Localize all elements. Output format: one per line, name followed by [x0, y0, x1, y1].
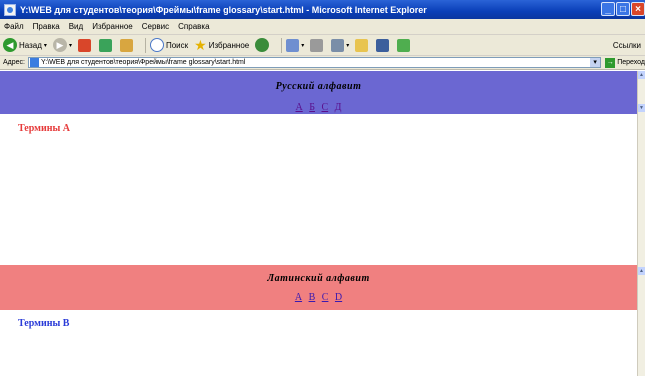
maximize-button[interactable]: □: [616, 2, 630, 16]
history-button[interactable]: [255, 38, 271, 52]
minimize-button[interactable]: _: [601, 2, 615, 16]
history-icon: [255, 38, 270, 52]
folder-button[interactable]: [355, 38, 370, 52]
latin-alphabet-title: Латинский алфавит: [267, 273, 370, 284]
menu-help[interactable]: Справка: [178, 22, 209, 31]
chevron-down-icon: ▾: [346, 42, 350, 49]
refresh-button[interactable]: [98, 38, 114, 52]
scroll-up-icon[interactable]: ▲: [638, 71, 645, 79]
title-bar: Y:\WEB для студентов\теория\Фреймы\frame…: [0, 0, 645, 19]
messenger-icon: [397, 38, 411, 52]
menu-view[interactable]: Вид: [69, 22, 83, 31]
window-title: Y:\WEB для студентов\теория\Фреймы\frame…: [20, 4, 427, 15]
toolbar-divider: [144, 37, 146, 53]
star-icon: ★: [194, 37, 207, 53]
stop-icon: [77, 38, 91, 52]
letter-link-latin-c[interactable]: C: [322, 292, 329, 303]
browser-window: Y:\WEB для студентов\теория\Фреймы\frame…: [0, 0, 645, 376]
window-controls: _ □ ×: [601, 2, 645, 16]
search-icon: [149, 38, 164, 52]
go-button[interactable]: → Переход: [605, 57, 645, 68]
terms-a-frame: Термины А: [0, 114, 637, 265]
forward-arrow-icon: ▶: [52, 38, 67, 52]
go-arrow-icon: →: [605, 57, 616, 68]
latin-letter-links: A B C D: [0, 292, 637, 303]
terms-b-frame: Термины B: [0, 310, 637, 376]
address-input[interactable]: Y:\WEB для студентов\теория\Фреймы\frame…: [27, 57, 602, 68]
favorites-label: Избранное: [208, 40, 250, 50]
address-url: Y:\WEB для студентов\теория\Фреймы\frame…: [40, 59, 246, 66]
close-button[interactable]: ×: [631, 2, 645, 16]
mail-button[interactable]: ▾: [286, 38, 305, 52]
scroll-up-icon[interactable]: ▲: [638, 267, 645, 275]
edit-button[interactable]: ▾: [331, 38, 350, 52]
menu-tools[interactable]: Сервис: [142, 22, 169, 31]
go-label: Переход: [617, 59, 645, 66]
home-icon: [119, 38, 133, 52]
terms-b-heading: Термины B: [18, 318, 70, 329]
toolbar: ◀ Назад ▾ ▶ ▾ Поиск ★ Избранное ▾ ▾ Ссыл…: [0, 35, 645, 56]
toolbar-divider: [281, 37, 283, 53]
russian-alphabet-title: Русский алфавит: [275, 81, 362, 92]
russian-alphabet-frame: Русский алфавит А Б С Д: [0, 71, 637, 114]
home-button[interactable]: [119, 38, 135, 52]
stop-button[interactable]: [77, 38, 93, 52]
search-label: Поиск: [165, 40, 189, 50]
menu-file[interactable]: Файл: [4, 22, 24, 31]
messenger-button[interactable]: [397, 38, 412, 52]
ie-icon: [4, 3, 16, 16]
favorites-button[interactable]: ★ Избранное: [194, 38, 249, 52]
chevron-down-icon: ▾: [68, 42, 72, 49]
terms-a-heading: Термины А: [18, 123, 71, 134]
back-label: Назад: [19, 40, 42, 50]
print-icon: [310, 38, 324, 52]
mail-icon: [286, 38, 300, 52]
search-button[interactable]: Поиск: [149, 38, 189, 52]
address-label: Адрес:: [3, 59, 25, 66]
menu-bar: Файл Правка Вид Избранное Сервис Справка: [0, 19, 645, 35]
folder-icon: [355, 38, 369, 52]
russian-letter-links: А Б С Д: [0, 102, 637, 113]
scroll-down-icon[interactable]: ▼: [638, 104, 645, 112]
address-dropdown-button[interactable]: ▾: [590, 58, 601, 67]
vertical-scrollbar[interactable]: ▲ ▼ ▲: [637, 71, 645, 376]
back-arrow-icon: ◀: [3, 38, 17, 52]
letter-link-latin-b[interactable]: B: [309, 292, 316, 303]
page-content: Русский алфавит А Б С Д Термины А Латинс…: [0, 71, 637, 376]
latin-alphabet-frame: Латинский алфавит A B C D: [0, 265, 637, 310]
research-icon: [376, 38, 390, 52]
menu-favorites[interactable]: Избранное: [92, 22, 133, 31]
letter-link-latin-a[interactable]: A: [295, 292, 302, 303]
edit-icon: [331, 38, 345, 52]
address-bar: Адрес: Y:\WEB для студентов\теория\Фрейм…: [0, 56, 645, 70]
research-button[interactable]: [376, 38, 391, 52]
chevron-down-icon: ▾: [301, 42, 305, 49]
letter-link-d[interactable]: Д: [335, 102, 342, 113]
letter-link-latin-d[interactable]: D: [335, 292, 342, 303]
print-button[interactable]: [310, 38, 325, 52]
letter-link-a[interactable]: А: [296, 102, 303, 113]
forward-button[interactable]: ▶ ▾: [52, 38, 72, 52]
links-button[interactable]: Ссылки: [613, 41, 641, 50]
page-icon: [29, 58, 39, 67]
letter-link-s[interactable]: С: [321, 102, 328, 113]
chevron-down-icon: ▾: [43, 42, 47, 49]
refresh-icon: [98, 38, 112, 52]
letter-link-b[interactable]: Б: [309, 102, 315, 113]
menu-edit[interactable]: Правка: [33, 22, 60, 31]
back-button[interactable]: ◀ Назад ▾: [3, 38, 47, 52]
